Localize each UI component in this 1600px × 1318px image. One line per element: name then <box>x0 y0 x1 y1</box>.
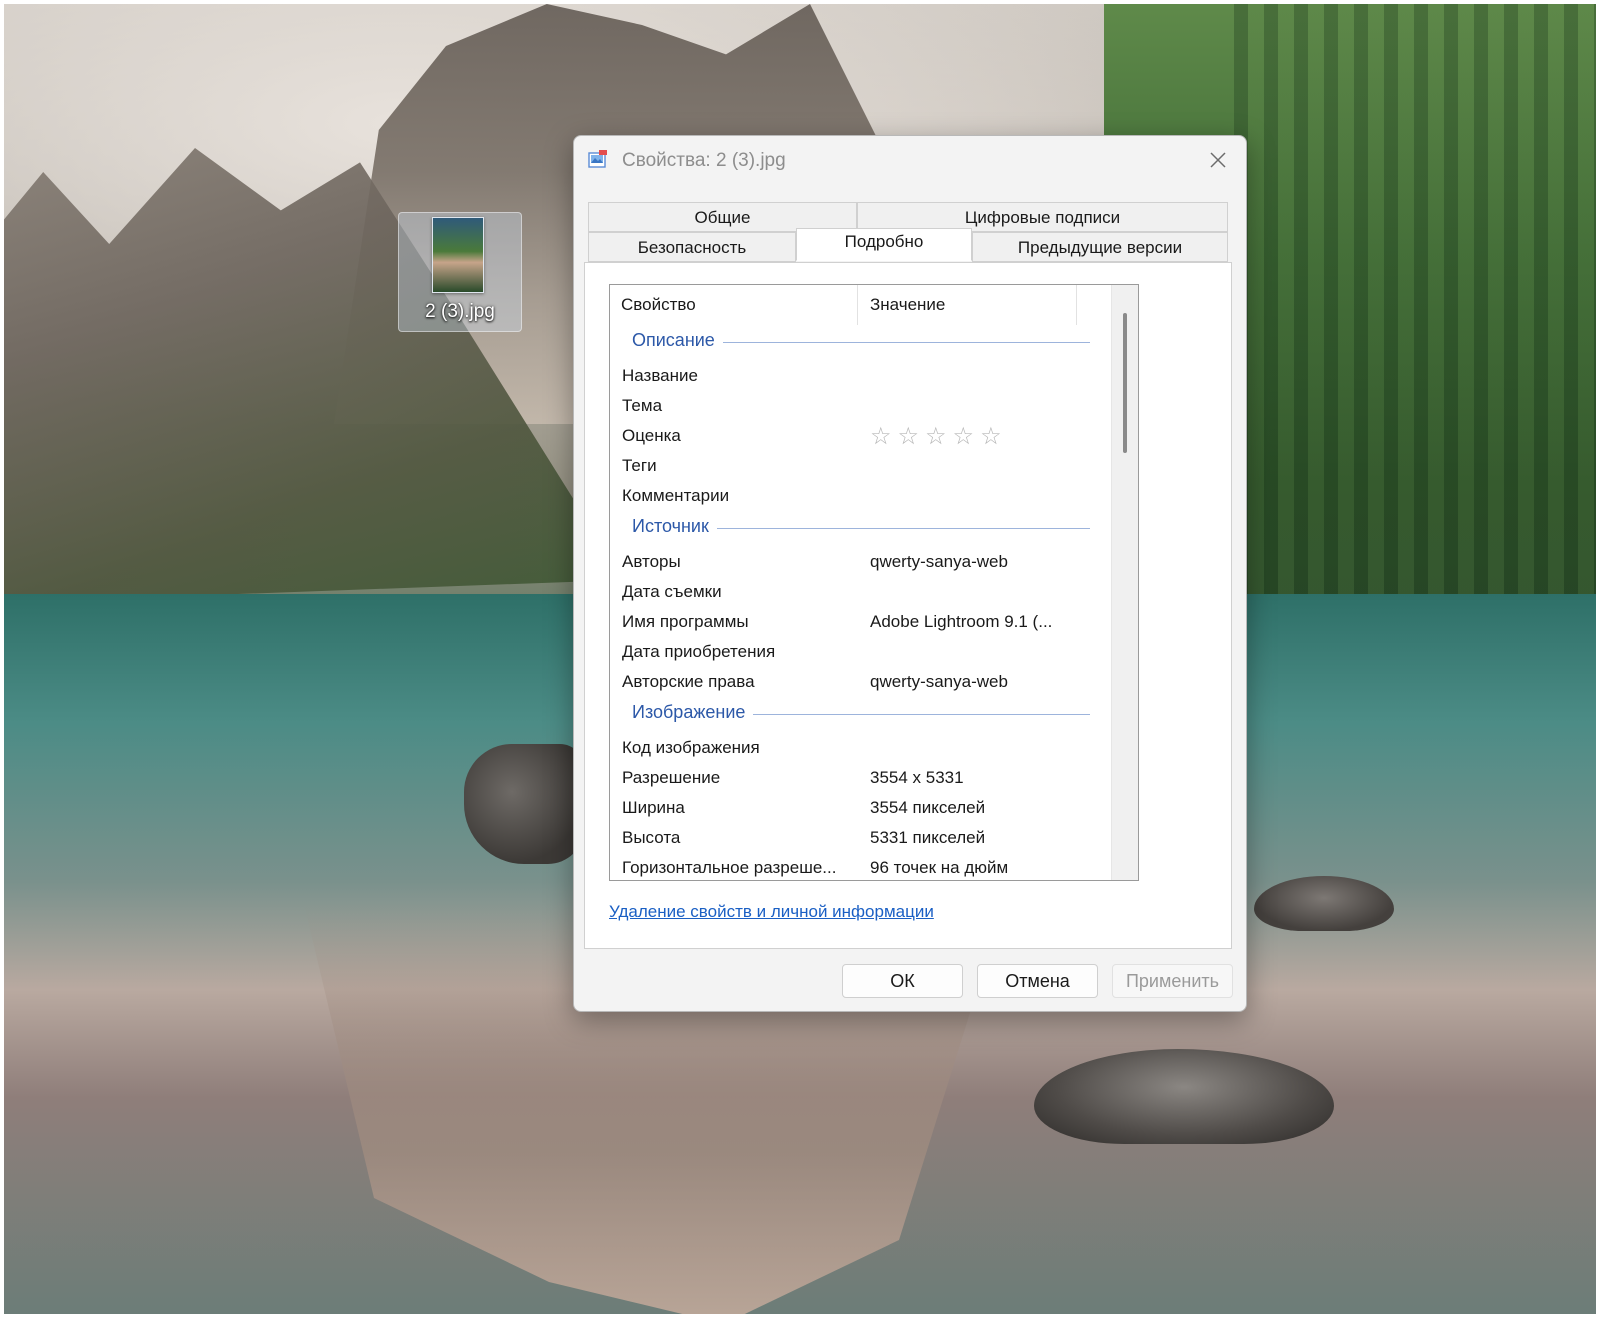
property-row-rating[interactable]: Оценка ☆☆☆☆☆ <box>610 421 1110 451</box>
column-header-property[interactable]: Свойство <box>610 285 858 325</box>
property-row[interactable]: Дата приобретения <box>610 637 1110 667</box>
property-row[interactable]: Авторы qwerty-sanya-web <box>610 547 1110 577</box>
vertical-scrollbar[interactable] <box>1111 285 1138 880</box>
group-header-source[interactable]: Источник <box>610 511 1110 547</box>
property-name: Комментарии <box>622 486 730 505</box>
column-header-value[interactable]: Значение <box>859 285 1077 325</box>
property-value: qwerty-sanya-web <box>870 672 1008 691</box>
property-value: Adobe Lightroom 9.1 (... <box>870 612 1053 631</box>
property-row[interactable]: Высота 5331 пикселей <box>610 823 1110 853</box>
properties-dialog: Свойства: 2 (3).jpg Общие Цифровые подпи… <box>573 135 1247 1012</box>
tab-details[interactable]: Подробно <box>796 228 972 261</box>
star-icon[interactable]: ☆ <box>898 423 926 450</box>
property-name: Высота <box>622 828 681 847</box>
tabs-row-bottom: Безопасность Подробно Предыдущие версии <box>588 228 1228 262</box>
property-name: Название <box>622 366 698 385</box>
tab-previous-versions[interactable]: Предыдущие версии <box>972 232 1228 262</box>
property-row[interactable]: Название <box>610 361 1110 391</box>
close-button[interactable] <box>1198 142 1238 178</box>
property-name: Код изображения <box>622 738 760 757</box>
property-value: 96 точек на дюйм <box>870 858 1009 877</box>
property-value: 3554 пикселей <box>870 798 986 817</box>
property-name: Имя программы <box>622 612 749 631</box>
property-value: 3554 x 5331 <box>870 768 964 787</box>
dialog-title: Свойства: 2 (3).jpg <box>622 150 786 171</box>
rating-stars: ☆☆☆☆☆ <box>870 422 1008 451</box>
property-name: Тема <box>622 396 663 415</box>
property-value: 5331 пикселей <box>870 828 986 847</box>
property-row[interactable]: Ширина 3554 пикселей <box>610 793 1110 823</box>
star-icon[interactable]: ☆ <box>953 423 981 450</box>
property-name: Дата съемки <box>622 582 722 601</box>
star-icon[interactable]: ☆ <box>925 423 953 450</box>
scrollbar-thumb[interactable] <box>1123 313 1127 453</box>
property-row[interactable]: Тема <box>610 391 1110 421</box>
tab-security[interactable]: Безопасность <box>588 232 796 262</box>
cancel-button[interactable]: Отмена <box>977 964 1098 998</box>
property-name: Авторские права <box>622 672 755 691</box>
property-row[interactable]: Имя программы Adobe Lightroom 9.1 (... <box>610 607 1110 637</box>
property-name: Авторы <box>622 552 681 571</box>
image-thumbnail <box>432 217 484 293</box>
property-row[interactable]: Код изображения <box>610 733 1110 763</box>
property-name: Разрешение <box>622 768 721 787</box>
group-header-image[interactable]: Изображение <box>610 697 1110 733</box>
close-icon <box>1210 152 1226 168</box>
remove-properties-link[interactable]: Удаление свойств и личной информации <box>609 902 934 922</box>
dialog-titlebar[interactable]: Свойства: 2 (3).jpg <box>574 136 1246 188</box>
group-header-description[interactable]: Описание <box>610 325 1110 361</box>
star-icon[interactable]: ☆ <box>980 423 1008 450</box>
details-panel: Свойство Значение Описание Название Тема… <box>584 262 1232 949</box>
property-name: Ширина <box>622 798 685 817</box>
property-name: Дата приобретения <box>622 642 776 661</box>
wallpaper-rock <box>464 744 584 864</box>
property-row[interactable]: Авторские права qwerty-sanya-web <box>610 667 1110 697</box>
ok-button[interactable]: ОК <box>842 964 963 998</box>
group-title: Изображение <box>632 702 754 723</box>
property-row[interactable]: Дата съемки <box>610 577 1110 607</box>
properties-list[interactable]: Свойство Значение Описание Название Тема… <box>609 284 1139 881</box>
group-title: Описание <box>632 330 723 351</box>
wallpaper-trees <box>1234 4 1596 644</box>
property-name: Теги <box>622 456 657 475</box>
property-row[interactable]: Разрешение 3554 x 5331 <box>610 763 1110 793</box>
desktop-file-label: 2 (3).jpg <box>425 301 495 322</box>
desktop-file-icon[interactable]: 2 (3).jpg <box>398 212 522 332</box>
star-icon[interactable]: ☆ <box>870 423 898 450</box>
property-rows: Описание Название Тема Оценка ☆☆☆☆☆ Теги… <box>610 325 1110 880</box>
apply-button[interactable]: Применить <box>1112 964 1233 998</box>
list-header: Свойство Значение <box>610 285 1110 325</box>
property-value: qwerty-sanya-web <box>870 552 1008 571</box>
property-row[interactable]: Теги <box>610 451 1110 481</box>
property-row[interactable]: Комментарии <box>610 481 1110 511</box>
group-title: Источник <box>632 516 717 537</box>
property-name: Оценка <box>622 426 681 445</box>
image-file-icon <box>587 149 609 171</box>
property-name: Горизонтальное разреше... <box>622 858 837 877</box>
property-row[interactable]: Горизонтальное разреше... 96 точек на дюй… <box>610 853 1110 880</box>
